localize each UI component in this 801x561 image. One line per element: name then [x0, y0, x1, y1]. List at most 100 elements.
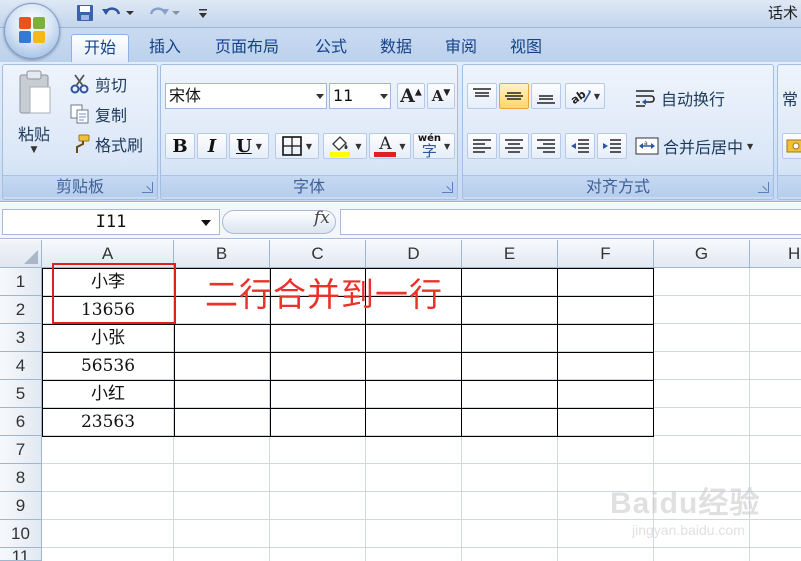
font-color-dropdown-icon[interactable]: ▼ [399, 142, 405, 151]
tab-view[interactable]: 视图 [498, 34, 554, 62]
column-header-h[interactable]: H [750, 240, 801, 268]
row-header-5[interactable]: 5 [0, 380, 42, 408]
table-cell[interactable] [173, 324, 271, 353]
cut-button[interactable]: 剪切 [69, 71, 127, 97]
phonetic-dropdown-icon[interactable]: ▼ [444, 142, 450, 151]
formula-input[interactable] [340, 209, 801, 235]
paste-button[interactable]: 粘贴 ▼ [9, 69, 59, 175]
cell-a4[interactable]: 56536 [42, 352, 174, 380]
tab-review[interactable]: 审阅 [434, 34, 488, 62]
table-cell[interactable] [461, 352, 559, 381]
underline-button[interactable]: U ▼ [229, 133, 269, 159]
row-header-9[interactable]: 9 [0, 492, 42, 520]
grow-font-button[interactable]: A▲ [397, 83, 425, 109]
align-right-button[interactable] [531, 133, 561, 159]
table-cell[interactable] [173, 408, 271, 437]
align-top-button[interactable] [467, 83, 497, 109]
font-size-dropdown-icon[interactable] [380, 94, 388, 99]
office-button[interactable] [4, 3, 60, 59]
cell-a3[interactable]: 小张 [42, 324, 174, 352]
table-cell[interactable] [365, 324, 463, 353]
row-header-3[interactable]: 3 [0, 324, 42, 352]
wrap-text-button[interactable]: 自动换行 [635, 85, 725, 111]
table-cell[interactable] [461, 408, 559, 437]
table-cell[interactable] [461, 324, 559, 353]
column-header-e[interactable]: E [462, 240, 558, 268]
orientation-dropdown-icon[interactable]: ▼ [594, 92, 600, 101]
font-name-combobox[interactable]: 宋体 [165, 83, 327, 109]
borders-dropdown-icon[interactable]: ▼ [306, 142, 312, 151]
column-header-g[interactable]: G [654, 240, 750, 268]
number-format-combobox[interactable]: 常 [782, 85, 798, 111]
font-color-button[interactable]: A ▼ [369, 133, 411, 159]
align-left-button[interactable] [467, 133, 497, 159]
column-header-d[interactable]: D [366, 240, 462, 268]
italic-button[interactable]: I [197, 133, 227, 159]
fill-color-dropdown-icon[interactable]: ▼ [355, 142, 361, 151]
phonetic-guide-button[interactable]: wén 字 ▼ [413, 133, 455, 159]
row-header-10[interactable]: 10 [0, 520, 42, 548]
tab-page-layout[interactable]: 页面布局 [203, 34, 291, 62]
merge-center-button[interactable]: a 合并后居中 ▼ [635, 133, 753, 159]
row-header-6[interactable]: 6 [0, 408, 42, 436]
underline-dropdown-icon[interactable]: ▼ [256, 142, 262, 151]
table-cell[interactable] [365, 380, 463, 409]
alignment-dialog-launcher[interactable] [758, 182, 769, 193]
name-box-dropdown-icon[interactable] [201, 220, 211, 226]
table-cell[interactable] [461, 380, 559, 409]
row-header-8[interactable]: 8 [0, 464, 42, 492]
table-cell[interactable] [557, 380, 654, 409]
table-cell[interactable] [173, 352, 271, 381]
name-box[interactable]: I11 [2, 209, 220, 235]
align-center-button[interactable] [499, 133, 529, 159]
decrease-indent-button[interactable] [565, 133, 595, 159]
bold-button[interactable]: B [165, 133, 195, 159]
orientation-button[interactable]: ab ▼ [565, 83, 605, 109]
table-cell[interactable] [557, 324, 654, 353]
copy-button[interactable]: 复制 [69, 101, 127, 127]
table-cell[interactable] [557, 296, 654, 325]
merge-center-dropdown-icon[interactable]: ▼ [747, 142, 753, 151]
table-cell[interactable] [173, 380, 271, 409]
table-cell[interactable] [269, 324, 367, 353]
tab-formulas[interactable]: 公式 [303, 34, 359, 62]
shrink-font-button[interactable]: A▼ [427, 83, 455, 109]
align-bottom-button[interactable] [531, 83, 561, 109]
tab-insert[interactable]: 插入 [139, 34, 191, 62]
column-header-c[interactable]: C [270, 240, 366, 268]
clipboard-dialog-launcher[interactable] [142, 182, 153, 193]
table-cell[interactable] [461, 296, 559, 325]
format-painter-button[interactable]: 格式刷 [69, 131, 143, 157]
table-cell[interactable] [461, 268, 559, 297]
table-cell[interactable] [269, 352, 367, 381]
row-header-4[interactable]: 4 [0, 352, 42, 380]
cell-a5[interactable]: 小红 [42, 380, 174, 408]
accounting-format-button[interactable] [782, 133, 801, 159]
cell-a6[interactable]: 23563 [42, 408, 174, 436]
row-header-11[interactable]: 11 [0, 548, 42, 561]
select-all-button[interactable] [0, 240, 42, 268]
font-dialog-launcher[interactable] [442, 182, 453, 193]
tab-data[interactable]: 数据 [369, 34, 423, 62]
table-cell[interactable] [557, 352, 654, 381]
table-cell[interactable] [365, 408, 463, 437]
table-cell[interactable] [557, 268, 654, 297]
font-name-dropdown-icon[interactable] [316, 94, 324, 99]
row-header-7[interactable]: 7 [0, 436, 42, 464]
font-size-combobox[interactable]: 11 [329, 83, 391, 109]
customize-toolbar-button[interactable] [196, 2, 210, 24]
increase-indent-button[interactable] [597, 133, 627, 159]
table-cell[interactable] [269, 408, 367, 437]
table-cell[interactable] [365, 352, 463, 381]
undo-button[interactable] [100, 2, 136, 24]
row-header-2[interactable]: 2 [0, 296, 42, 324]
row-header-1[interactable]: 1 [0, 268, 42, 296]
column-header-b[interactable]: B [174, 240, 270, 268]
column-header-f[interactable]: F [558, 240, 654, 268]
redo-button[interactable] [146, 2, 182, 24]
insert-function-icon[interactable]: fx [314, 208, 330, 228]
align-middle-button[interactable] [499, 83, 529, 109]
fill-color-button[interactable]: ▼ [323, 133, 367, 159]
save-button[interactable] [74, 2, 96, 24]
table-cell[interactable] [557, 408, 654, 437]
